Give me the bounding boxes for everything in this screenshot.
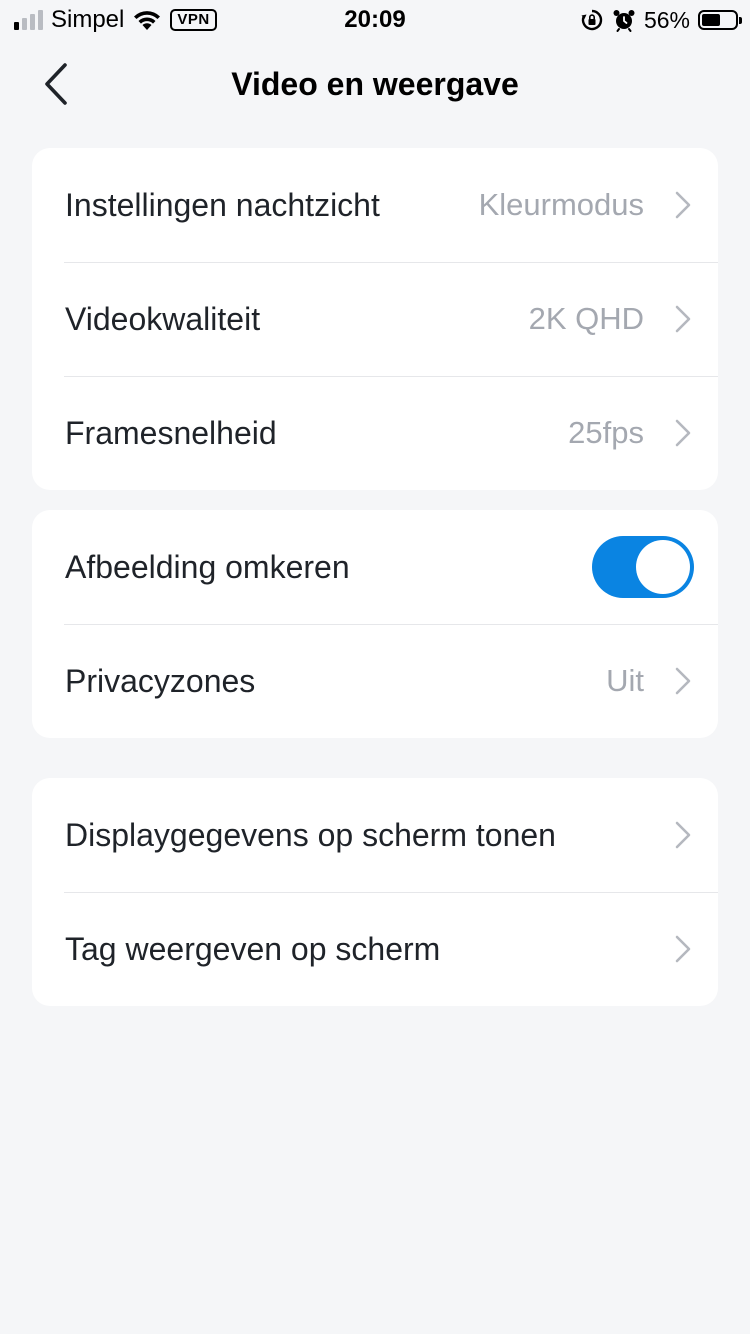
row-flip-image: Afbeelding omkeren: [32, 510, 718, 624]
chevron-right-icon: [672, 418, 694, 448]
battery-percentage: 56%: [643, 6, 690, 33]
row-value: Uit: [606, 663, 644, 698]
row-label: Framesnelheid: [65, 414, 277, 451]
row-video-quality[interactable]: Videokwaliteit 2K QHD: [32, 262, 718, 376]
settings-group-image: Afbeelding omkeren Privacyzones Uit: [32, 510, 718, 738]
chevron-right-icon: [672, 666, 694, 696]
row-label: Displaygegevens op scherm tonen: [65, 816, 556, 853]
flip-image-toggle[interactable]: [592, 536, 694, 598]
chevron-right-icon: [672, 820, 694, 850]
page-title: Video en weergave: [231, 66, 519, 102]
row-label: Privacyzones: [65, 662, 256, 699]
row-label: Instellingen nachtzicht: [65, 186, 380, 223]
navigation-bar: Video en weergave: [0, 44, 750, 124]
chevron-right-icon: [672, 304, 694, 334]
row-label: Afbeelding omkeren: [65, 548, 350, 585]
back-button[interactable]: [28, 56, 84, 112]
row-show-tag[interactable]: Tag weergeven op scherm: [32, 892, 718, 1006]
settings-group-video: Instellingen nachtzicht Kleurmodus Video…: [32, 148, 718, 490]
row-label: Tag weergeven op scherm: [65, 930, 441, 967]
status-right: 56%: [580, 6, 742, 34]
row-label: Videokwaliteit: [65, 300, 261, 337]
settings-group-display: Displaygegevens op scherm tonen Tag weer…: [32, 778, 718, 1006]
row-value: Kleurmodus: [478, 187, 644, 222]
status-bar: Simpel VPN 20:09 56%: [0, 0, 750, 40]
orientation-lock-icon: [580, 8, 604, 32]
alarm-icon: [612, 8, 636, 32]
battery-icon: [698, 10, 742, 30]
chevron-right-icon: [672, 190, 694, 220]
chevron-left-icon: [45, 63, 67, 105]
row-privacy-zones[interactable]: Privacyzones Uit: [32, 624, 718, 738]
row-frame-rate[interactable]: Framesnelheid 25fps: [32, 376, 718, 490]
row-value: 25fps: [568, 415, 644, 450]
row-night-vision[interactable]: Instellingen nachtzicht Kleurmodus: [32, 148, 718, 262]
row-display-info[interactable]: Displaygegevens op scherm tonen: [32, 778, 718, 892]
row-value: 2K QHD: [528, 301, 644, 336]
chevron-right-icon: [672, 934, 694, 964]
toggle-knob: [636, 540, 690, 594]
